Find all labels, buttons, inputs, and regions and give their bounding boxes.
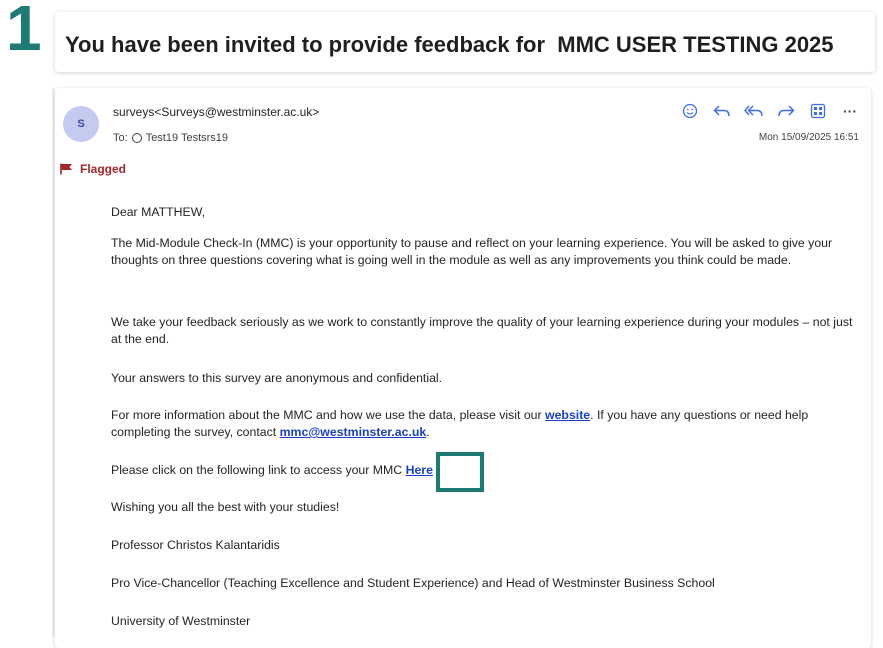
sender-address[interactable]: surveys<Surveys@westminster.ac.uk> bbox=[113, 105, 319, 119]
forward-icon[interactable] bbox=[775, 100, 797, 122]
step-number: 1 bbox=[6, 0, 42, 64]
flag-status[interactable]: Flagged bbox=[60, 162, 126, 176]
flag-icon bbox=[60, 163, 72, 175]
website-link[interactable]: website bbox=[545, 408, 590, 422]
survey-here-link[interactable]: Here bbox=[406, 463, 433, 477]
flag-label: Flagged bbox=[80, 162, 127, 176]
message-toolbar: ··· bbox=[679, 100, 861, 122]
highlight-box bbox=[436, 452, 484, 492]
body-paragraph-4: For more information about the MMC and h… bbox=[111, 407, 856, 441]
p5-text: Please click on the following link to ac… bbox=[111, 463, 406, 477]
body-paragraph-3: Your answers to this survey are anonymou… bbox=[111, 371, 443, 385]
signature-organization: University of Westminster bbox=[111, 614, 251, 628]
recipient-line: To: Test19 Testsrs19 bbox=[113, 132, 228, 144]
recipient-name[interactable]: Test19 Testsrs19 bbox=[146, 132, 228, 144]
reply-all-icon[interactable] bbox=[743, 100, 765, 122]
apps-icon[interactable] bbox=[807, 100, 829, 122]
body-paragraph-1: The Mid-Module Check-In (MMC) is your op… bbox=[111, 236, 833, 267]
message-date: Mon 15/09/2025 16:51 bbox=[758, 132, 859, 143]
signature-name: Professor Christos Kalantaridis bbox=[111, 538, 280, 552]
greeting: Dear MATTHEW, bbox=[111, 205, 206, 219]
to-label: To: bbox=[113, 132, 128, 144]
body-paragraph-2: We take your feedback seriously as we wo… bbox=[111, 315, 853, 346]
p4-text-1: For more information about the MMC and h… bbox=[111, 408, 546, 422]
smiley-icon[interactable] bbox=[679, 100, 701, 122]
mmc-email-link[interactable]: mmc@westminster.ac.uk bbox=[280, 425, 427, 439]
email-subject: You have been invited to provide feedbac… bbox=[65, 32, 834, 57]
sender-avatar[interactable]: S bbox=[63, 106, 99, 142]
body-paragraph-6: Wishing you all the best with your studi… bbox=[111, 500, 340, 514]
signature-title: Pro Vice-Chancellor (Teaching Excellence… bbox=[111, 576, 715, 590]
presence-icon bbox=[131, 133, 142, 143]
email-message: S surveys<Surveys@westminster.ac.uk> To:… bbox=[55, 88, 871, 648]
reply-icon[interactable] bbox=[711, 100, 733, 122]
more-icon[interactable]: ··· bbox=[839, 100, 861, 122]
p4-text-3: . bbox=[426, 425, 430, 439]
subject-card: You have been invited to provide feedbac… bbox=[55, 12, 875, 72]
